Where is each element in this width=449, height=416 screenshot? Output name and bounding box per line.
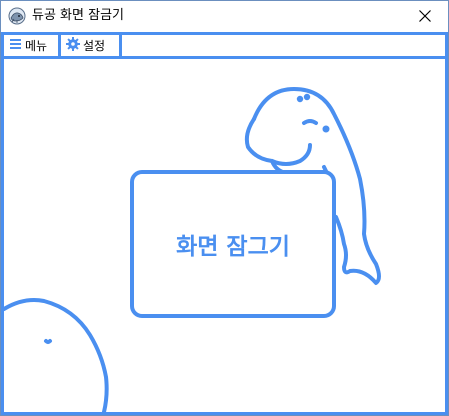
close-button[interactable] [402,1,448,31]
menu-button[interactable]: 메뉴 [4,35,61,56]
toolbar: 메뉴 설정 [1,32,448,59]
menu-label: 메뉴 [25,39,48,53]
hamburger-menu-icon [9,38,22,53]
settings-button[interactable]: 설정 [61,35,122,56]
window-title: 듀공 화면 잠금기 [32,8,124,23]
lock-screen-button[interactable]: 화면 잠그기 [130,170,336,318]
title-bar[interactable]: 듀공 화면 잠금기 [1,1,448,31]
gear-icon [66,37,80,54]
lock-screen-label: 화면 잠그기 [176,234,290,260]
settings-label: 설정 [83,39,106,53]
app-window: 듀공 화면 잠금기 메뉴 설정 화면 잠그기 [0,0,449,416]
main-content: 화면 잠그기 [1,59,448,415]
dugong-app-icon [8,7,26,25]
close-icon [419,7,431,26]
